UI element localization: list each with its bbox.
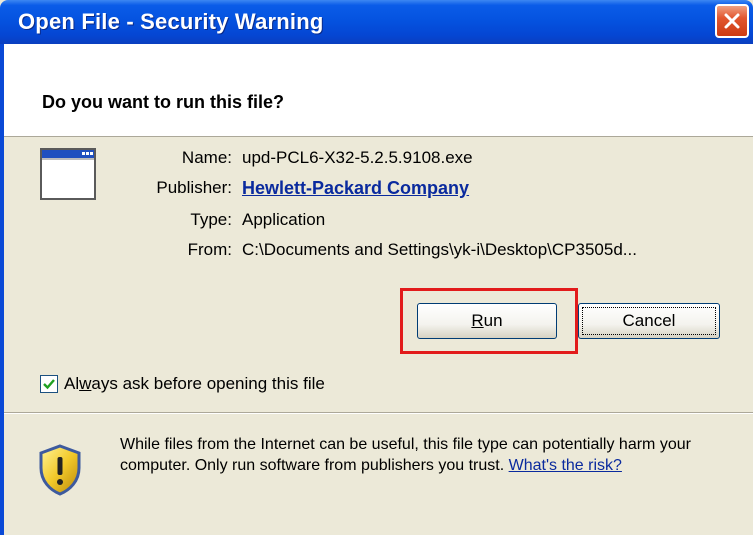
- window-title: Open File - Security Warning: [18, 9, 324, 34]
- dialog-header: Do you want to run this file?: [4, 44, 753, 137]
- file-source-value: C:\Documents and Settings\yk-i\Desktop\C…: [242, 240, 637, 259]
- always-ask-label: Always ask before opening this file: [64, 374, 325, 393]
- close-button[interactable]: [715, 4, 749, 38]
- publisher-label: Publisher:: [156, 178, 232, 197]
- checkmark-icon: [43, 379, 55, 390]
- close-icon: [724, 13, 740, 29]
- file-name-label: Name:: [181, 148, 232, 167]
- warning-message: While files from the Internet can be use…: [120, 434, 720, 476]
- security-shield-icon: [39, 444, 81, 496]
- file-name-value: upd-PCL6-X32-5.2.5.9108.exe: [242, 148, 473, 167]
- file-type-value: Application: [242, 210, 326, 229]
- run-button[interactable]: Run: [417, 303, 557, 339]
- publisher-link[interactable]: Hewlett-Packard Company: [242, 178, 469, 199]
- run-button-label: Run: [471, 311, 503, 330]
- dialog-question: Do you want to run this file?: [42, 92, 284, 112]
- application-window-icon: [40, 148, 96, 200]
- whats-the-risk-link[interactable]: What's the risk?: [509, 457, 622, 474]
- cancel-button[interactable]: Cancel: [578, 303, 720, 339]
- file-source-label: From:: [187, 240, 232, 259]
- always-ask-checkbox[interactable]: [40, 375, 58, 393]
- security-warning-dialog: Open File - Security Warning Do you want…: [0, 0, 753, 535]
- cancel-button-label: Cancel: [622, 311, 676, 330]
- title-bar[interactable]: Open File - Security Warning: [0, 0, 753, 44]
- file-type-label: Type:: [190, 210, 232, 229]
- always-ask-row[interactable]: Always ask before opening this file: [40, 372, 325, 396]
